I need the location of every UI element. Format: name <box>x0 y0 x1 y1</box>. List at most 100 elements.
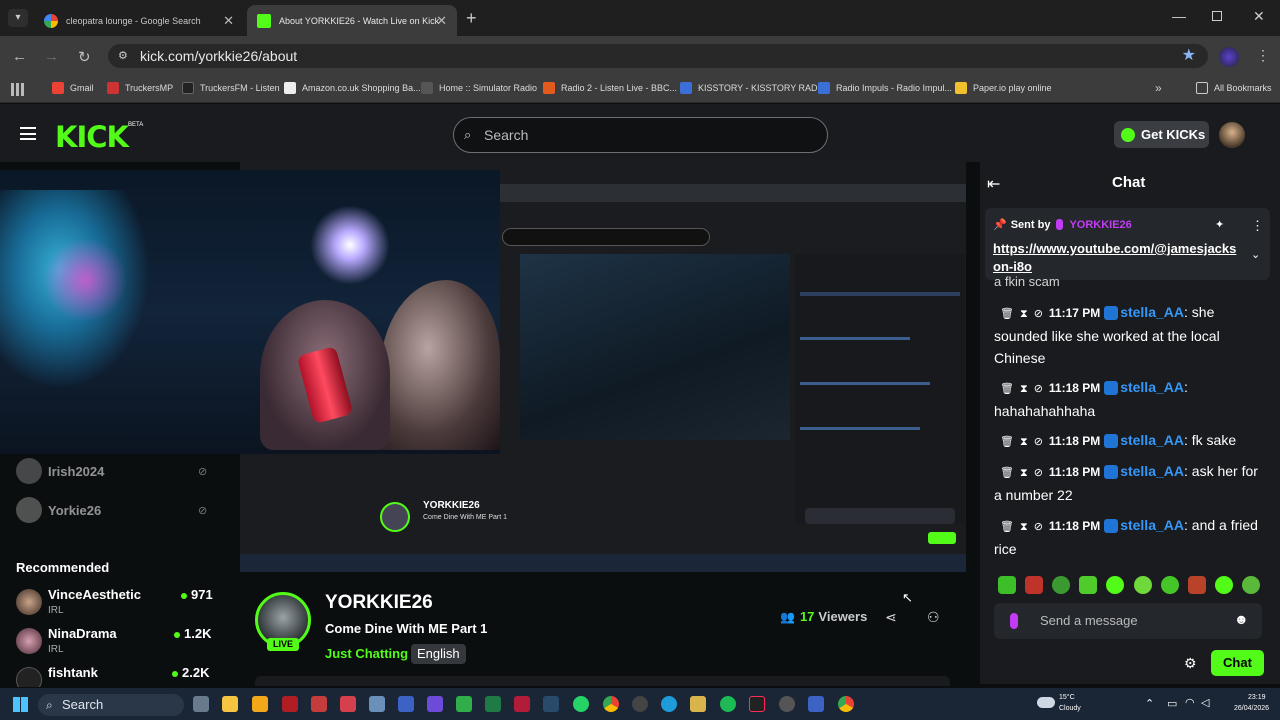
stream-category[interactable]: Just Chatting <box>325 646 408 661</box>
app-icon[interactable] <box>311 696 327 712</box>
pinned-message[interactable]: 📌 Sent by YORKKIE26 ✦ ⋮ https://www.yout… <box>985 208 1270 280</box>
wifi-icon[interactable]: ◠ <box>1185 696 1195 709</box>
ban-icon[interactable]: ⊘ <box>1034 436 1043 448</box>
follow-icon[interactable]: ⚇ <box>927 609 940 626</box>
emote-icon[interactable] <box>1241 576 1260 594</box>
volume-icon[interactable]: ◁ <box>1201 696 1209 709</box>
chat-settings-gear-icon[interactable]: ⚙ <box>1184 655 1197 672</box>
edge-icon[interactable] <box>661 696 677 712</box>
app-icon[interactable] <box>427 696 443 712</box>
restore-icon[interactable] <box>1212 11 1222 21</box>
app-icon[interactable] <box>779 696 795 712</box>
steam-icon[interactable] <box>543 696 559 712</box>
timeout-icon[interactable]: ⧗ <box>1020 308 1028 320</box>
bookmark-star-icon[interactable]: ★ <box>1182 44 1196 68</box>
unpin-icon[interactable]: ✦ <box>1215 218 1224 231</box>
file-explorer-icon[interactable] <box>222 696 238 712</box>
emote-icon[interactable] <box>1133 576 1152 594</box>
minimize-icon[interactable]: — <box>1172 8 1186 24</box>
emote-icon[interactable] <box>1160 576 1179 594</box>
emoji-picker-icon[interactable]: ☻ <box>1234 611 1249 627</box>
close-tab-icon[interactable]: ✕ <box>436 13 447 29</box>
search-input[interactable]: ⌕ Search <box>453 117 828 153</box>
emote-icon[interactable] <box>1025 576 1044 594</box>
app-icon[interactable] <box>340 696 356 712</box>
spotify-icon[interactable] <box>720 696 736 712</box>
bookmark-radio2[interactable]: Radio 2 - Listen Live - BBC... <box>543 82 677 94</box>
timeout-icon[interactable]: ⧗ <box>1020 436 1028 448</box>
bookmark-kisstory[interactable]: KISSTORY - KISSTORY RADI... <box>680 82 828 94</box>
delete-icon[interactable]: 🗑 <box>1000 521 1014 533</box>
app-icon[interactable] <box>514 696 530 712</box>
timeout-icon[interactable]: ⧗ <box>1020 521 1028 533</box>
tray-chevron-icon[interactable]: ⌃ <box>1145 697 1154 710</box>
collapse-chat-icon[interactable]: ⇤ <box>987 174 1000 194</box>
delete-icon[interactable]: 🗑 <box>1000 436 1014 448</box>
expand-pinned-icon[interactable]: ⌄ <box>1251 248 1260 261</box>
timeout-icon[interactable]: ⧗ <box>1020 467 1028 479</box>
network-icon[interactable]: ▭ <box>1167 697 1177 710</box>
hamburger-menu-icon[interactable] <box>20 127 36 140</box>
bookmark-gmail[interactable]: Gmail <box>52 82 94 94</box>
get-kicks-button[interactable]: Get KICKs <box>1114 121 1209 148</box>
timeout-icon[interactable]: ⧗ <box>1020 383 1028 395</box>
url-bar[interactable]: ⚙ kick.com/yorkkie26/about ★ <box>108 44 1208 68</box>
site-info-icon[interactable]: ⚙ <box>118 44 128 68</box>
streamer-name[interactable]: YORKKIE26 <box>325 592 433 614</box>
emote-icon[interactable] <box>1187 576 1206 594</box>
send-chat-button[interactable]: Chat <box>1211 650 1264 676</box>
ban-icon[interactable]: ⊘ <box>1034 383 1043 395</box>
app-icon[interactable] <box>808 696 824 712</box>
chrome-icon[interactable] <box>603 696 619 712</box>
sidebar-item-vinceaesthetic[interactable]: VinceAesthetic IRL 971 <box>16 587 216 621</box>
taskbar-search-box[interactable]: ⌕ Search <box>38 694 184 716</box>
bookmark-simulator-radio[interactable]: Home :: Simulator Radio <box>421 82 537 94</box>
delete-icon[interactable]: 🗑 <box>1000 308 1014 320</box>
emote-icon[interactable] <box>1052 576 1071 594</box>
clock-time[interactable]: 23:19 <box>1248 694 1266 701</box>
emote-icon[interactable] <box>1106 576 1125 594</box>
ban-icon[interactable]: ⊘ <box>1034 308 1043 320</box>
bookmark-truckersmp[interactable]: TruckersMP <box>107 82 173 94</box>
forward-arrow-icon[interactable]: → <box>44 48 59 65</box>
close-window-icon[interactable]: ✕ <box>1253 8 1265 25</box>
whatsapp-icon[interactable] <box>573 696 589 712</box>
delete-icon[interactable]: 🗑 <box>1000 383 1014 395</box>
kick-logo[interactable]: KICK <box>55 120 129 154</box>
taskview-icon[interactable] <box>193 696 209 712</box>
chat-username[interactable]: stella_AA <box>1120 517 1184 533</box>
new-tab-icon[interactable]: + <box>466 8 477 29</box>
sidebar-item-irish2024[interactable]: Irish2024 <box>16 458 104 484</box>
chrome-active-icon[interactable] <box>838 696 854 712</box>
language-tag[interactable]: English <box>411 644 466 664</box>
app-icon[interactable] <box>398 696 414 712</box>
app-icon[interactable] <box>485 696 501 712</box>
delete-icon[interactable]: 🗑 <box>1000 467 1014 479</box>
ban-icon[interactable]: ⊘ <box>1034 521 1043 533</box>
sidebar-item-fishtank[interactable]: fishtank 2.2K <box>16 665 216 687</box>
app-icon[interactable] <box>456 696 472 712</box>
tiktok-icon[interactable] <box>749 696 765 712</box>
back-arrow-icon[interactable]: ← <box>12 48 27 65</box>
chat-username[interactable]: stella_AA <box>1120 304 1184 320</box>
emote-icon[interactable] <box>1079 576 1098 594</box>
bookmark-truckersfm[interactable]: TruckersFM - Listen <box>182 82 280 94</box>
sidebar-item-ninadrama[interactable]: NinaDrama IRL 1.2K <box>16 626 216 660</box>
chat-username[interactable]: stella_AA <box>1120 379 1184 395</box>
tab-kick-about[interactable]: About YORKKIE26 - Watch Live on Kick ✕ <box>247 5 457 36</box>
app-icon[interactable] <box>252 696 268 712</box>
weather-temp[interactable]: 15°C <box>1059 694 1075 701</box>
bookmark-amazon[interactable]: Amazon.co.uk Shopping Ba... <box>284 82 421 94</box>
app-icon[interactable] <box>690 696 706 712</box>
all-bookmarks[interactable]: All Bookmarks <box>1196 82 1272 94</box>
pinned-link[interactable]: https://www.youtube.com/@jamesjackson-i8… <box>993 240 1243 276</box>
tab-google-search[interactable]: cleopatra lounge - Google Search ✕ <box>34 5 244 36</box>
bookmark-radio-impuls[interactable]: Radio Impuls - Radio Impul... <box>818 82 952 94</box>
apps-grid-icon[interactable] <box>11 83 24 96</box>
chat-username[interactable]: stella_AA <box>1120 463 1184 479</box>
share-icon[interactable]: ⋖ <box>885 609 897 626</box>
profile-avatar[interactable] <box>1219 47 1239 67</box>
windows-start-icon[interactable] <box>13 697 28 712</box>
browser-menu-icon[interactable]: ⋮ <box>1256 47 1270 64</box>
app-icon[interactable] <box>282 696 298 712</box>
